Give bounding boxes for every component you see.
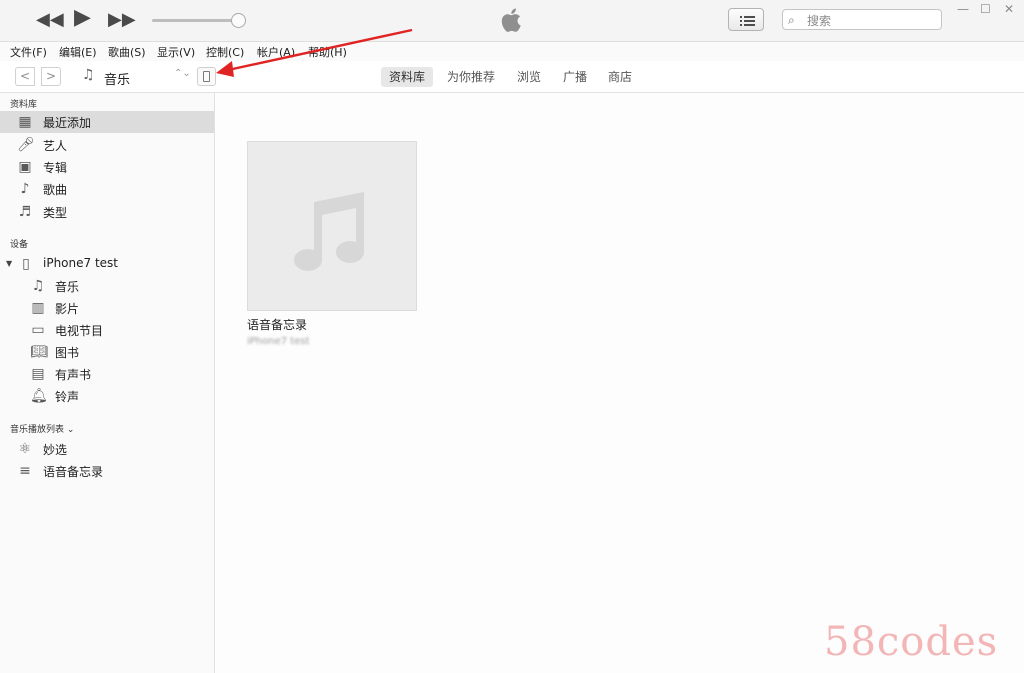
album-subtitle: iPhone7 test [247,336,310,347]
playlist-icon: ≡ [19,463,31,479]
media-type-picker[interactable]: ♫ 音乐 ⌃⌄ [74,66,191,88]
sidebar: 资料库 ▦ 最近添加 🎤︎ 艺人 ▣ 专辑 ♪ 歌曲 ♬ 类型 设备 ▼ ▯ i… [0,93,215,673]
sidebar-item-device-music[interactable]: ♫ 音乐 [0,275,214,297]
sidebar-item-artists[interactable]: 🎤︎ 艺人 [0,134,214,156]
media-type-label: 音乐 [104,73,131,88]
microphone-icon: 🎤︎ [17,137,35,153]
annotation-arrow [216,28,413,77]
watermark-text: 58codes [824,619,999,665]
sidebar-item-device-audiobooks[interactable]: ▤ 有声书 [0,363,214,385]
sidebar-item-label: 影片 [55,302,80,316]
music-note-icon: ♫ [82,67,95,83]
sidebar-header-library: 资料库 [10,100,38,110]
tv-icon: ▭ [31,322,45,338]
play-icon[interactable]: ▶ [74,7,91,29]
sidebar-header-playlists[interactable]: 音乐播放列表 ⌄ [10,422,74,435]
grid-icon: ▦ [18,114,32,130]
search-placeholder: 搜索 [807,14,832,28]
back-button[interactable]: < [15,67,35,86]
main-content: 语音备忘录 iPhone7 test [216,93,1024,673]
sidebar-item-label: 铃声 [55,390,80,404]
sidebar-item-label: 艺人 [43,139,68,153]
disclosure-triangle-icon[interactable]: ▼ [6,259,12,268]
volume-slider[interactable] [152,19,238,22]
sidebar-item-label: 图书 [55,346,80,360]
rewind-icon[interactable]: ◀◀ [36,9,64,31]
menu-bar: 文件(F) 编辑(E) 歌曲(S) 显示(V) 控制(C) 帐户(A) 帮助(H… [0,42,1024,61]
tab-browse[interactable]: 浏览 [509,67,549,87]
album-title[interactable]: 语音备忘录 [247,316,307,333]
sidebar-item-genius[interactable]: ⚛ 妙选 [0,438,214,460]
search-icon: ⌕ [788,13,795,27]
tab-for-you[interactable]: 为你推荐 [439,67,503,87]
music-note-icon [294,192,364,271]
film-icon: ▥ [31,300,45,316]
close-icon[interactable]: ✕ [1004,2,1014,16]
music-note-icon: ♪ [20,181,30,197]
tab-radio[interactable]: 广播 [555,67,595,87]
forward-button[interactable]: > [41,67,61,86]
sidebar-item-label: 最近添加 [43,116,92,130]
chevron-updown-icon: ⌃⌄ [174,68,191,79]
list-icon [740,16,755,26]
menu-file[interactable]: 文件(F) [10,44,47,60]
sidebar-item-label: 妙选 [43,443,68,457]
maximize-icon[interactable]: ☐ [980,2,991,16]
album-icon: ▣ [18,159,32,175]
sidebar-item-genres[interactable]: ♬ 类型 [0,201,214,223]
sidebar-item-device-tones[interactable]: 🔔︎ 铃声 [0,385,214,407]
nav-toolbar: < > ♫ 音乐 ⌃⌄ 资料库 为你推荐 浏览 广播 商店 [0,61,1024,93]
book-icon: 📖︎ [30,344,48,360]
sidebar-item-device-movies[interactable]: ▥ 影片 [0,297,214,319]
sidebar-item-label: 专辑 [43,161,68,175]
sidebar-item-albums[interactable]: ▣ 专辑 [0,156,214,178]
sidebar-item-label: 语音备忘录 [43,465,104,479]
sidebar-item-label: 类型 [43,206,68,220]
menu-song[interactable]: 歌曲(S) [108,44,146,60]
fast-forward-icon[interactable]: ▶▶ [108,9,136,31]
sidebar-item-recently-added[interactable]: ▦ 最近添加 [0,111,214,133]
sidebar-item-device-tv[interactable]: ▭ 电视节目 [0,319,214,341]
sidebar-item-songs[interactable]: ♪ 歌曲 [0,178,214,200]
album-artwork[interactable] [247,141,417,311]
menu-view[interactable]: 显示(V) [157,44,195,60]
bell-icon: 🔔︎ [30,388,48,404]
player-bar: ◀◀ ▶ ▶▶ ⌕ 搜索 — ☐ ✕ [0,0,1024,42]
sidebar-item-voice-memos[interactable]: ≡ 语音备忘录 [0,460,214,482]
sidebar-item-label: 电视节目 [55,324,104,338]
device-name: iPhone7 test [43,256,118,270]
sidebar-item-label: 歌曲 [43,183,68,197]
search-input[interactable]: ⌕ 搜索 [782,9,942,30]
chevron-right-icon: > [45,69,57,83]
iphone-icon: ▯ [22,256,30,272]
sidebar-item-device[interactable]: ▼ ▯ iPhone7 test [0,253,214,275]
genre-icon: ♬ [18,204,32,220]
list-view-button[interactable] [728,8,764,31]
sidebar-item-label: 有声书 [55,368,92,382]
music-note-icon: ♫ [31,278,45,294]
audiobook-icon: ▤ [31,366,45,382]
sidebar-header-devices: 设备 [10,240,29,250]
genius-icon: ⚛ [18,441,32,457]
minimize-icon[interactable]: — [957,2,969,16]
chevron-left-icon: < [19,69,31,83]
sidebar-item-device-books[interactable]: 📖︎ 图书 [0,341,214,363]
apple-logo-icon [501,8,521,32]
menu-edit[interactable]: 编辑(E) [59,44,97,60]
iphone-icon [203,71,210,82]
sidebar-item-label: 音乐 [55,280,80,294]
tab-store[interactable]: 商店 [600,67,640,87]
